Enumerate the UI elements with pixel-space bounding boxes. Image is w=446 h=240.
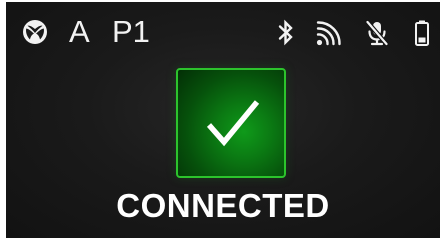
connection-status-tile xyxy=(176,68,286,178)
player-slot-label: P1 xyxy=(112,14,150,49)
cast-icon xyxy=(316,21,341,46)
xbox-logo-icon xyxy=(23,20,47,44)
mic-muted-icon xyxy=(365,19,389,47)
account-letter: A xyxy=(69,14,90,49)
checkmark-icon xyxy=(206,100,260,147)
status-bar: A P1 xyxy=(6,2,440,62)
bluetooth-icon xyxy=(278,19,293,46)
connection-status-text: CONNECTED xyxy=(116,187,330,224)
battery-icon xyxy=(415,20,429,46)
